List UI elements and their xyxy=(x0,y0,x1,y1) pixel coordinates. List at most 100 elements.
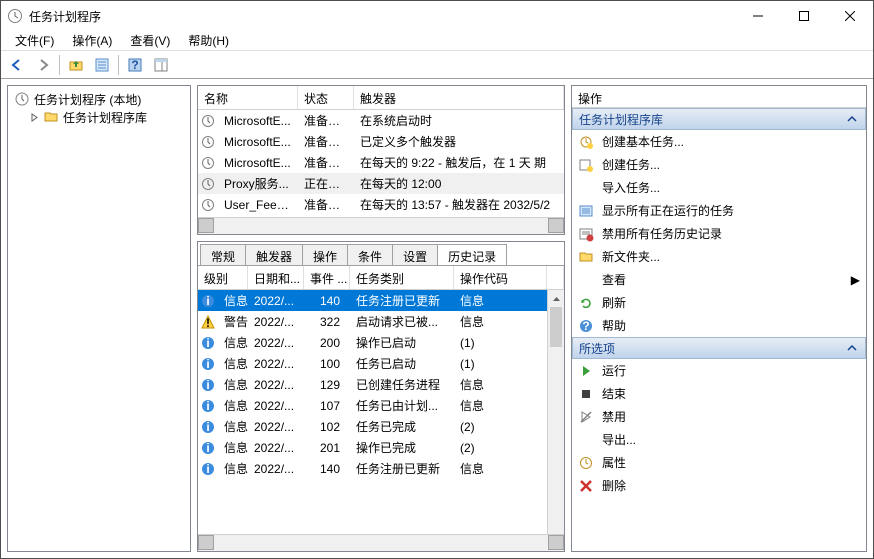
svg-text:i: i xyxy=(206,399,209,413)
clock-icon xyxy=(14,91,30,107)
action-item[interactable]: 禁用 xyxy=(572,405,866,428)
action-section-library[interactable]: 任务计划程序库 xyxy=(572,108,866,130)
toolbar: ? xyxy=(1,51,873,79)
tab-0[interactable]: 常规 xyxy=(200,244,246,265)
info-icon: i xyxy=(198,378,218,392)
history-row[interactable]: i信息2022/...129已创建任务进程信息 xyxy=(198,374,564,395)
clock-icon xyxy=(198,135,218,149)
task-row[interactable]: MicrosoftE...准备就绪已定义多个触发器 xyxy=(198,131,564,152)
history-row[interactable]: i信息2022/...140任务注册已更新信息 xyxy=(198,458,564,479)
action-item[interactable]: 结束 xyxy=(572,382,866,405)
maximize-button[interactable] xyxy=(781,1,827,31)
running-icon xyxy=(578,203,594,219)
action-pane: 操作 任务计划程序库 创建基本任务...创建任务...导入任务...显示所有正在… xyxy=(571,85,867,552)
new-task-icon xyxy=(578,157,594,173)
menu-file[interactable]: 文件(F) xyxy=(9,30,60,51)
help-icon[interactable]: ? xyxy=(123,53,147,77)
action-item[interactable]: 显示所有正在运行的任务 xyxy=(572,199,866,222)
tab-5[interactable]: 历史记录 xyxy=(437,244,507,265)
clock-icon xyxy=(198,198,218,212)
action-item[interactable]: 新文件夹... xyxy=(572,245,866,268)
action-item[interactable]: 导入任务... xyxy=(572,176,866,199)
svg-text:i: i xyxy=(206,336,209,350)
tree-root[interactable]: 任务计划程序 (本地) xyxy=(12,90,186,108)
history-row[interactable]: i信息2022/...201操作已完成(2) xyxy=(198,437,564,458)
tab-2[interactable]: 操作 xyxy=(302,244,348,265)
menu-action[interactable]: 操作(A) xyxy=(66,30,118,51)
folder-icon xyxy=(43,109,59,125)
folder-icon xyxy=(578,249,594,265)
collapse-icon[interactable] xyxy=(845,341,859,355)
action-item[interactable]: 属性 xyxy=(572,451,866,474)
clock-icon xyxy=(198,177,218,191)
h-scrollbar[interactable] xyxy=(198,217,564,234)
history-row[interactable]: !警告2022/...322启动请求已被...信息 xyxy=(198,311,564,332)
action-section-selected[interactable]: 所选项 xyxy=(572,337,866,359)
tab-4[interactable]: 设置 xyxy=(392,244,438,265)
action-item[interactable]: 刷新 xyxy=(572,291,866,314)
action-item[interactable]: 查看▶ xyxy=(572,268,866,291)
menu-help[interactable]: 帮助(H) xyxy=(182,30,235,51)
titlebar: 任务计划程序 xyxy=(1,1,873,31)
action-item[interactable]: 创建基本任务... xyxy=(572,130,866,153)
disable-icon xyxy=(578,409,594,425)
pane-icon[interactable] xyxy=(149,53,173,77)
tab-1[interactable]: 触发器 xyxy=(245,244,303,265)
history-row[interactable]: i信息2022/...100任务已启动(1) xyxy=(198,353,564,374)
v-scrollbar[interactable] xyxy=(547,290,564,534)
info-icon: i xyxy=(198,336,218,350)
history-row[interactable]: i信息2022/...107任务已由计划...信息 xyxy=(198,395,564,416)
back-button[interactable] xyxy=(5,53,29,77)
disable-hist-icon xyxy=(578,226,594,242)
refresh-icon xyxy=(578,295,594,311)
forward-button[interactable] xyxy=(31,53,55,77)
svg-text:i: i xyxy=(206,378,209,392)
stop-icon xyxy=(578,386,594,402)
info-icon: i xyxy=(198,462,218,476)
tree-child[interactable]: 任务计划程序库 xyxy=(12,108,186,126)
svg-text:i: i xyxy=(206,441,209,455)
tab-3[interactable]: 条件 xyxy=(347,244,393,265)
clock-icon xyxy=(198,114,218,128)
blank-icon xyxy=(578,180,594,196)
task-row[interactable]: Proxy服务...正在运行在每天的 12:00 xyxy=(198,173,564,194)
action-item[interactable]: 创建任务... xyxy=(572,153,866,176)
props-icon[interactable] xyxy=(90,53,114,77)
action-item[interactable]: 导出... xyxy=(572,428,866,451)
tab-strip: 常规触发器操作条件设置历史记录 xyxy=(198,242,564,266)
folder-up-icon[interactable] xyxy=(64,53,88,77)
action-item[interactable]: 删除 xyxy=(572,474,866,497)
detail-box: 常规触发器操作条件设置历史记录 级别 日期和... 事件 ... 任务类别 操作… xyxy=(197,241,565,552)
h-scrollbar-detail[interactable] xyxy=(198,534,564,551)
close-button[interactable] xyxy=(827,1,873,31)
info-icon: i xyxy=(198,294,218,308)
history-row[interactable]: i信息2022/...200操作已启动(1) xyxy=(198,332,564,353)
blank-icon xyxy=(578,272,594,288)
list-header[interactable]: 名称 状态 触发器 xyxy=(198,86,564,110)
minimize-button[interactable] xyxy=(735,1,781,31)
warn-icon: ! xyxy=(198,315,218,329)
menubar: 文件(F) 操作(A) 查看(V) 帮助(H) xyxy=(1,31,873,51)
svg-text:i: i xyxy=(206,357,209,371)
task-row[interactable]: User_Feed_...准备就绪在每天的 13:57 - 触发器在 2032/… xyxy=(198,194,564,215)
task-list: 名称 状态 触发器 MicrosoftE...准备就绪在系统启动时Microso… xyxy=(197,85,565,235)
svg-text:i: i xyxy=(206,420,209,434)
action-item[interactable]: ?帮助 xyxy=(572,314,866,337)
menu-view[interactable]: 查看(V) xyxy=(124,30,176,51)
action-item[interactable]: 运行 xyxy=(572,359,866,382)
action-item[interactable]: 禁用所有任务历史记录 xyxy=(572,222,866,245)
task-row[interactable]: MicrosoftE...准备就绪在系统启动时 xyxy=(198,110,564,131)
svg-text:?: ? xyxy=(582,319,589,333)
props-icon xyxy=(578,455,594,471)
expand-icon[interactable] xyxy=(30,113,39,122)
history-row[interactable]: i信息2022/...102任务已完成(2) xyxy=(198,416,564,437)
new-basic-icon xyxy=(578,134,594,150)
collapse-icon[interactable] xyxy=(845,112,859,126)
info-icon: i xyxy=(198,357,218,371)
history-header[interactable]: 级别 日期和... 事件 ... 任务类别 操作代码 xyxy=(198,266,564,290)
svg-text:?: ? xyxy=(131,58,138,72)
window-title: 任务计划程序 xyxy=(29,8,101,25)
task-row[interactable]: MicrosoftE...准备就绪在每天的 9:22 - 触发后，在 1 天 期 xyxy=(198,152,564,173)
help-icon: ? xyxy=(578,318,594,334)
history-row[interactable]: i信息2022/...140任务注册已更新信息 xyxy=(198,290,564,311)
